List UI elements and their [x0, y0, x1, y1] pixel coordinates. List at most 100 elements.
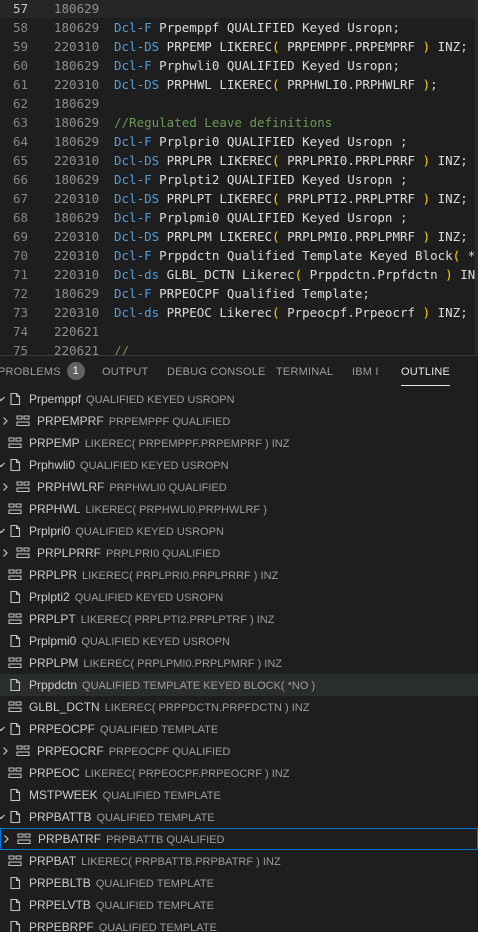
code-line[interactable]: 62 180629 [0, 94, 478, 113]
source-code: Dcl-F Prphwli0 QUALIFIED Keyed Usropn; [114, 56, 400, 75]
code-token: PRPEMP LIKEREC [159, 39, 273, 54]
chevron-right-icon[interactable] [1, 410, 9, 432]
outline-item[interactable]: PRPBATTB QUALIFIED TEMPLATE [0, 806, 478, 828]
symbol-name: GLBL_DCTN [29, 700, 100, 714]
outline-item[interactable]: GLBL_DCTN LIKEREC( PRPPDCTN.PRPFDCTN ) IN… [0, 696, 478, 718]
symbol-name: MSTPWEEK [29, 788, 98, 802]
outline-item-name: MSTPWEEK QUALIFIED TEMPLATE [29, 784, 221, 807]
tab-label: DEBUG CONSOLE [167, 366, 266, 378]
chevron-down-icon[interactable] [0, 806, 5, 828]
chevron-right-icon[interactable] [1, 740, 9, 762]
source-date: 180629 [54, 210, 100, 225]
code-line[interactable]: 69 220310 Dcl-DS PRPLPM LIKEREC( PRPLPMI0.… [0, 227, 478, 246]
struct-icon [16, 546, 30, 560]
code-line[interactable]: 73 220310 Dcl-ds PRPEOC Likerec( Prpeocpf.… [0, 303, 478, 322]
tab-debug-console[interactable]: DEBUG CONSOLE [167, 356, 266, 390]
code-token: INZ [430, 191, 461, 206]
line-number: 62 [12, 96, 28, 111]
chevron-down-icon[interactable] [0, 454, 5, 476]
source-code: Dcl-DS PRPLPM LIKEREC( PRPLPMI0.PRPLPMRF… [114, 227, 468, 246]
symbol-detail: QUALIFIED KEYED USROPN [81, 636, 230, 648]
code-token: Prplpmi0 QUALIFIED Keyed Usropn [151, 210, 400, 225]
outline-item[interactable]: Prplpmi0 QUALIFIED KEYED USROPN [0, 630, 478, 652]
outline-item-name: PRPEBRPF QUALIFIED TEMPLATE [29, 916, 217, 932]
outline-item[interactable]: Prphwli0 QUALIFIED KEYED USROPN [0, 454, 478, 476]
source-date: 220310 [54, 39, 100, 54]
tab-output[interactable]: OUTPUT [102, 356, 148, 390]
code-editor[interactable]: 57 180629 58 180629 Dcl-F Prpemppf QUALIFIED… [0, 0, 478, 355]
outline-item[interactable]: PRPELVTB QUALIFIED TEMPLATE [0, 894, 478, 916]
code-line[interactable]: 67 220310 Dcl-DS PRPLPT LIKEREC( PRPLPTI2.… [0, 189, 478, 208]
outline-item[interactable]: PRPBAT LIKEREC( PRPBATTB.PRPBATRF ) INZ [0, 850, 478, 872]
outline-item[interactable]: PRPLPM LIKEREC( PRPLPMI0.PRPLPMRF ) INZ [0, 652, 478, 674]
chevron-down-icon[interactable] [0, 520, 5, 542]
file-icon [8, 788, 22, 802]
chevron-right-icon[interactable] [1, 542, 9, 564]
chevron-right-icon[interactable] [1, 476, 9, 498]
code-line[interactable]: 57 180629 [0, 0, 478, 18]
code-token: ; [400, 172, 408, 187]
outline-item[interactable]: PRPLPRRF PRPLPRI0 QUALIFIED [0, 542, 478, 564]
line-number: 72 [12, 286, 28, 301]
symbol-name: Prppdctn [29, 678, 78, 692]
outline-item[interactable]: MSTPWEEK QUALIFIED TEMPLATE [0, 784, 478, 806]
code-line[interactable]: 71 220310 Dcl-ds GLBL_DCTN Likerec( Prppdc… [0, 265, 478, 284]
code-line[interactable]: 74 220621 [0, 322, 478, 341]
symbol-detail: QUALIFIED TEMPLATE [95, 878, 214, 890]
chevron-right-icon[interactable] [2, 829, 10, 851]
code-token: ) [422, 39, 431, 54]
code-line[interactable]: 58 180629 Dcl-F Prpemppf QUALIFIED Keyed U… [0, 18, 478, 37]
chevron-down-icon[interactable] [0, 388, 5, 410]
outline-item[interactable]: PRPEMP LIKEREC( PRPEMPPF.PRPEMPRF ) INZ [0, 432, 478, 454]
outline-item[interactable]: PRPEOC LIKEREC( PRPEOCPF.PRPEOCRF ) INZ [0, 762, 478, 784]
code-token: PRPEOCPF Qualified Template [151, 286, 363, 301]
tab-problems[interactable]: PROBLEMS 1 [0, 356, 85, 390]
symbol-name: PRPLPM [29, 656, 79, 670]
tab-outline[interactable]: OUTLINE [401, 356, 451, 390]
code-line[interactable]: 63 180629 //Regulated Leave definitions [0, 113, 478, 132]
code-line[interactable]: 60 180629 Dcl-F Prphwli0 QUALIFIED Keyed U… [0, 56, 478, 75]
code-line[interactable]: 68 180629 Dcl-F Prplpmi0 QUALIFIED Keyed U… [0, 208, 478, 227]
code-line[interactable]: 75 220621 // [0, 341, 478, 355]
outline-item[interactable]: PRPHWLRF PRPHWLI0 QUALIFIED [0, 476, 478, 498]
symbol-detail: QUALIFIED KEYED USROPN [80, 460, 229, 472]
code-line[interactable]: 59 220310 Dcl-DS PRPEMP LIKEREC( PRPEMPPF.… [0, 37, 478, 56]
line-number: 57 [12, 1, 28, 16]
source-date: 220310 [54, 229, 100, 244]
code-line[interactable]: 70 220310 Dcl-F Prppdctn Qualified Templat… [0, 246, 478, 265]
outline-item[interactable]: Prpemppf QUALIFIED KEYED USROPN [0, 388, 478, 410]
source-code: Dcl-F Prplpri0 QUALIFIED Keyed Usropn ; [114, 132, 408, 151]
code-line[interactable]: 61 220310 Dcl-DS PRPHWL LIKEREC( PRPHWLI0.… [0, 75, 478, 94]
symbol-name: PRPBATTB [29, 810, 92, 824]
outline-item[interactable]: Prplpti2 QUALIFIED KEYED USROPN [0, 586, 478, 608]
tab-terminal[interactable]: TERMINAL [276, 356, 333, 390]
line-number: 69 [12, 229, 28, 244]
symbol-detail: LIKEREC( PRPEOCPF.PRPEOCRF ) INZ [84, 768, 290, 780]
source-date: 220310 [54, 305, 100, 320]
outline-item[interactable]: PRPEMPRF PRPEMPPF QUALIFIED [0, 410, 478, 432]
code-line[interactable]: 64 180629 Dcl-F Prplpri0 QUALIFIED Keyed U… [0, 132, 478, 151]
outline-item[interactable]: Prplpri0 QUALIFIED KEYED USROPN [0, 520, 478, 542]
outline-item[interactable]: PRPHWL LIKEREC( PRPHWLI0.PRPHWLRF ) [0, 498, 478, 520]
tab-ibm-i[interactable]: IBM I [352, 356, 379, 390]
outline-item[interactable]: PRPEOCRF PRPEOCPF QUALIFIED [0, 740, 478, 762]
code-line[interactable]: 66 180629 Dcl-F Prplpti2 QUALIFIED Keyed U… [0, 170, 478, 189]
code-line[interactable]: 72 180629 Dcl-F PRPEOCPF Qualified Templat… [0, 284, 478, 303]
symbol-detail: PRPEOCPF QUALIFIED [108, 746, 231, 758]
code-token: INZ [430, 229, 461, 244]
outline-item[interactable]: PRPLPR LIKEREC( PRPLPRI0.PRPLPRRF ) INZ [0, 564, 478, 586]
source-date: 180629 [54, 172, 100, 187]
symbol-detail: LIKEREC( PRPEMPPF.PRPEMPRF ) INZ [84, 438, 290, 450]
outline-item[interactable]: PRPEOCPF QUALIFIED TEMPLATE [0, 718, 478, 740]
outline-item[interactable]: PRPEBRPF QUALIFIED TEMPLATE [0, 916, 478, 932]
outline-item[interactable]: PRPEBLTB QUALIFIED TEMPLATE [0, 872, 478, 894]
symbol-detail: PRPBATTB QUALIFIED [106, 834, 225, 846]
outline-item[interactable]: Prppdctn QUALIFIED TEMPLATE KEYED BLOCK( … [0, 674, 478, 696]
code-token: Prplpti2 QUALIFIED Keyed Usropn [151, 172, 400, 187]
outline-item[interactable]: PRPBATRF PRPBATTB QUALIFIED [0, 828, 478, 850]
outline-item-name: PRPEOCRF PRPEOCPF QUALIFIED [37, 740, 230, 763]
chevron-down-icon[interactable] [0, 718, 5, 740]
code-line[interactable]: 65 220310 Dcl-DS PRPLPR LIKEREC( PRPLPRI0.… [0, 151, 478, 170]
file-icon [8, 898, 22, 912]
outline-item[interactable]: PRPLPT LIKEREC( PRPLPTI2.PRPLPTRF ) INZ [0, 608, 478, 630]
